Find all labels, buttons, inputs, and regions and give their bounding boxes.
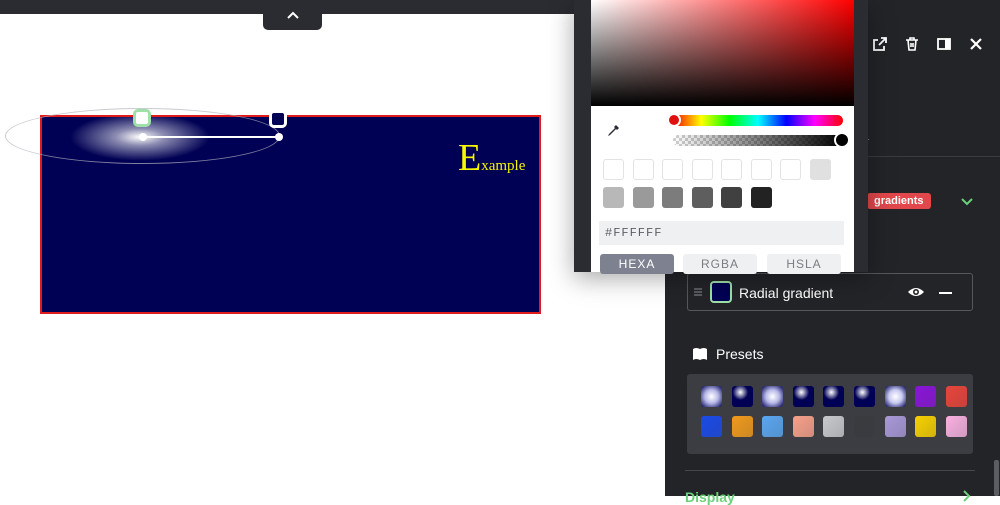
gradient-preset[interactable] [854, 386, 875, 407]
drag-handle-icon[interactable] [693, 285, 703, 299]
color-swatch[interactable] [632, 187, 654, 208]
hex-value-input[interactable] [599, 221, 844, 245]
chevron-up-icon [286, 11, 299, 19]
gradient-preset[interactable] [731, 416, 753, 437]
collapse-toolbar-button[interactable] [263, 0, 322, 30]
gradient-preset[interactable] [884, 386, 906, 407]
gradient-stop-handle-white[interactable] [133, 109, 151, 127]
format-rgba-button[interactable]: RGBA [683, 254, 757, 274]
display-section-label[interactable]: Display [685, 489, 735, 505]
example-text-rest: xample [481, 158, 526, 174]
gradient-preset[interactable] [762, 386, 784, 407]
color-swatch[interactable] [809, 159, 831, 180]
chevron-right-icon[interactable] [959, 489, 973, 503]
panel-toolbar [872, 36, 984, 52]
color-swatch[interactable] [603, 187, 624, 208]
gradient-handle-dot-end[interactable] [275, 133, 283, 141]
color-swatch[interactable] [780, 159, 801, 180]
color-swatch[interactable] [691, 159, 713, 180]
gradient-preset[interactable] [884, 416, 906, 437]
gradient-preset[interactable] [915, 386, 937, 407]
color-swatch[interactable] [632, 159, 654, 180]
gradient-preset[interactable] [915, 416, 937, 437]
color-swatch[interactable] [750, 187, 772, 208]
format-hexa-button[interactable]: HEXA [600, 254, 674, 274]
format-hsla-button[interactable]: HSLA [767, 254, 841, 274]
gradient-preset[interactable] [854, 416, 875, 437]
hue-slider-knob[interactable] [667, 113, 681, 127]
hue-slider[interactable] [673, 115, 843, 126]
remove-layer-icon[interactable] [939, 292, 952, 294]
gradient-preset[interactable] [792, 386, 814, 407]
panel-scrollbar[interactable] [994, 460, 999, 496]
color-swatch[interactable] [662, 187, 683, 208]
color-picker-body: HEXA RGBA HSLA [591, 0, 854, 274]
chevron-down-icon[interactable] [959, 193, 975, 209]
gradient-preset[interactable] [945, 386, 967, 407]
example-text-cap: E [458, 137, 482, 179]
eyedropper-icon[interactable] [605, 123, 621, 139]
book-icon [693, 348, 707, 360]
example-text: Example [458, 139, 525, 177]
close-icon[interactable] [968, 36, 984, 52]
trash-icon[interactable] [904, 36, 920, 52]
presets-heading: Presets [692, 346, 763, 362]
color-swatch[interactable] [691, 187, 713, 208]
gradient-preset[interactable] [701, 386, 722, 407]
color-picker-popover: HEXA RGBA HSLA [574, 0, 868, 274]
panel-divider [685, 470, 975, 471]
gradient-preset[interactable] [731, 386, 753, 407]
gradient-preset[interactable] [823, 386, 845, 407]
layer-color-swatch[interactable] [710, 281, 732, 303]
color-swatch[interactable] [721, 187, 742, 208]
eye-icon[interactable] [907, 285, 925, 299]
presets-grid [687, 374, 973, 454]
color-swatch[interactable] [750, 159, 772, 180]
example-element[interactable]: Example [40, 115, 541, 314]
gradient-preset[interactable] [762, 416, 784, 437]
opacity-slider-knob[interactable] [834, 132, 850, 148]
presets-title: Presets [716, 346, 764, 362]
opacity-slider[interactable] [673, 135, 843, 146]
color-swatch[interactable] [603, 159, 624, 180]
gradient-layer-row[interactable]: Radial gradient [687, 273, 973, 311]
color-swatch[interactable] [662, 159, 683, 180]
gradient-preset[interactable] [823, 416, 845, 437]
dock-panel-icon[interactable] [936, 36, 952, 52]
saturation-value-area[interactable] [591, 0, 854, 106]
layer-label: Radial gradient [739, 285, 834, 301]
external-link-icon[interactable] [872, 36, 888, 52]
gradient-handle-line [143, 136, 279, 138]
gradient-preset[interactable] [945, 416, 967, 437]
gradient-preset[interactable] [792, 416, 814, 437]
color-swatch[interactable] [721, 159, 742, 180]
gradient-stop-handle-navy[interactable] [269, 110, 287, 128]
gradients-badge: gradients [867, 193, 931, 209]
gradient-preset[interactable] [701, 416, 722, 437]
gradient-handle-dot-start[interactable] [139, 133, 147, 141]
